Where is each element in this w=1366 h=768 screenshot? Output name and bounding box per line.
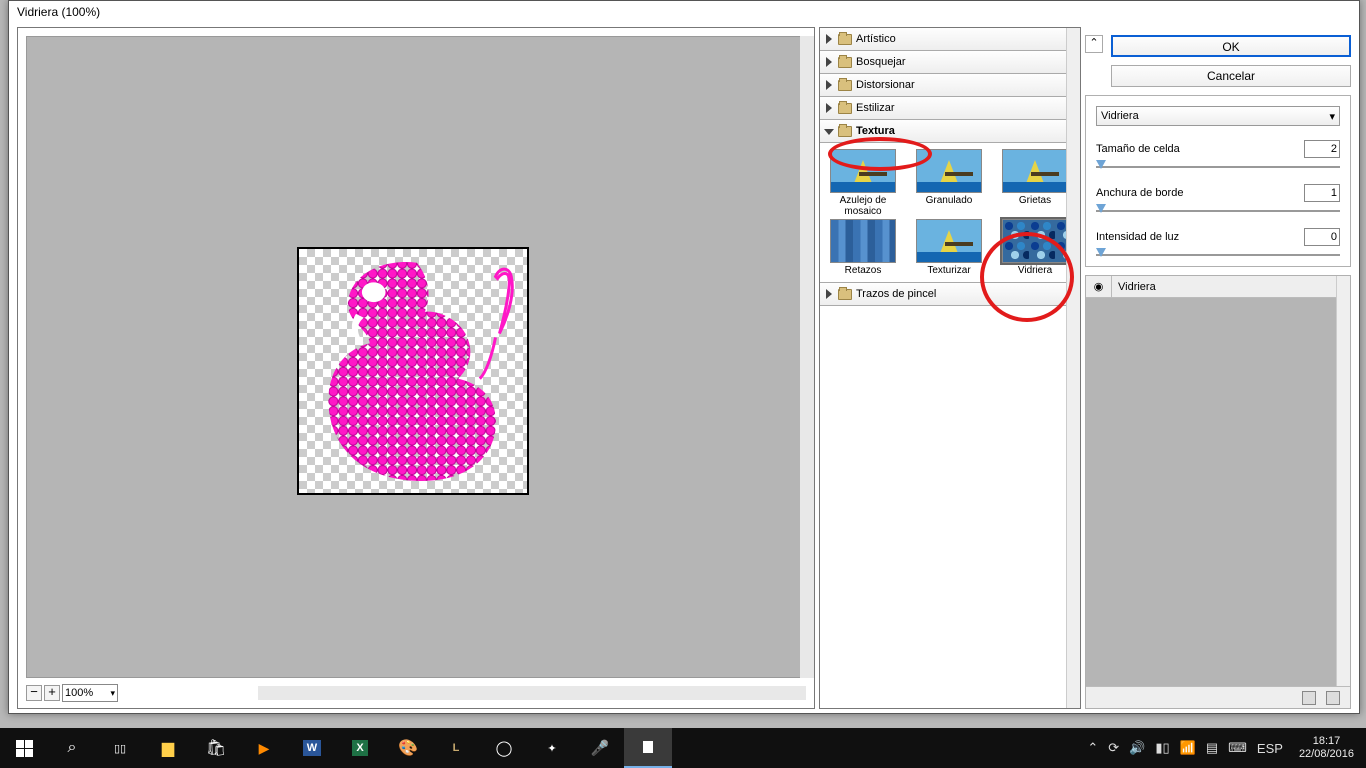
search-button[interactable]: ⌕	[48, 728, 96, 768]
intensidad-de-luz-slider[interactable]	[1096, 252, 1340, 258]
tray-language-indicator[interactable]: ESP	[1257, 741, 1283, 756]
task-view-icon: ▯▯	[114, 742, 126, 755]
thumb-azulejo-de-mosaico[interactable]: Azulejo de mosaico	[824, 149, 902, 217]
tray-network-icon[interactable]: 📶	[1180, 740, 1196, 756]
taskbar-clock[interactable]: 18:17 22/08/2016	[1293, 735, 1360, 761]
preview-scrollbar-horizontal[interactable]	[258, 686, 806, 700]
thumb-granulado[interactable]: Granulado	[910, 149, 988, 217]
new-effect-layer-icon[interactable]	[1302, 691, 1316, 705]
gallery-scrollbar-vertical[interactable]	[1066, 28, 1080, 708]
microphone-icon: 🎤	[591, 739, 610, 757]
setting-label: Tamaño de celda	[1096, 143, 1180, 155]
thumb-retazos[interactable]: Retazos	[824, 219, 902, 276]
intensidad-de-luz-input[interactable]	[1304, 228, 1340, 246]
taskbar-app-paint[interactable]: 🎨	[384, 728, 432, 768]
setting-intensidad-de-luz: Intensidad de luz	[1096, 228, 1340, 258]
setting-anchura-de-borde: Anchura de borde	[1096, 184, 1340, 214]
zoom-value: 100%	[65, 687, 93, 699]
setting-tamano-de-celda: Tamaño de celda	[1096, 140, 1340, 170]
league-icon: L	[453, 742, 460, 754]
windows-taskbar: ⌕ ▯▯ ▆ 🛍 ▶ W X 🎨 L ◯ ✦ 🎤 ⌃ ⟳ 🔊 ▮▯ 📶 ▤ ⌨ …	[0, 728, 1366, 768]
search-icon: ⌕	[68, 739, 77, 757]
filter-select-combo[interactable]: Vidriera ▾	[1096, 106, 1340, 126]
taskbar-app-explorer[interactable]: ▆	[144, 728, 192, 768]
taskbar-app-store[interactable]: 🛍	[192, 728, 240, 768]
document-icon	[643, 741, 653, 753]
taskbar-app-chrome[interactable]: ◯	[480, 728, 528, 768]
taskbar-app-notepad[interactable]	[624, 728, 672, 768]
filter-gallery-pane: Artístico Bosquejar Distorsionar Estiliz…	[819, 27, 1081, 709]
start-button[interactable]	[0, 728, 48, 768]
folder-icon	[838, 289, 852, 300]
folder-icon	[838, 34, 852, 45]
tray-sync-icon[interactable]: ⟳	[1108, 740, 1119, 756]
tray-action-center-icon[interactable]: ▤	[1206, 740, 1218, 756]
texture-thumbnails: Azulejo de mosaico Granulado Grietas Ret…	[820, 143, 1080, 283]
zoom-in-button[interactable]: +	[44, 685, 60, 701]
tray-overflow-chevron-icon[interactable]: ⌃	[1087, 740, 1098, 756]
palette-icon: 🎨	[398, 738, 418, 758]
delete-effect-layer-icon[interactable]	[1326, 691, 1340, 705]
taskbar-app-lol[interactable]: L	[432, 728, 480, 768]
taskbar-app-mic[interactable]: 🎤	[576, 728, 624, 768]
collapse-toggle-icon[interactable]: ⌃	[1085, 35, 1103, 53]
tamano-de-celda-slider[interactable]	[1096, 164, 1340, 170]
folder-icon	[838, 80, 852, 91]
taskbar-app-generic1[interactable]: ✦	[528, 728, 576, 768]
category-distorsionar[interactable]: Distorsionar	[820, 74, 1080, 97]
folder-icon	[838, 103, 852, 114]
ok-button[interactable]: OK	[1111, 35, 1351, 57]
category-textura[interactable]: Textura	[820, 120, 1080, 143]
thumb-texturizar[interactable]: Texturizar	[910, 219, 988, 276]
layers-footer	[1086, 686, 1350, 708]
taskbar-app-word[interactable]: W	[288, 728, 336, 768]
chevron-down-icon: ▾	[1329, 110, 1335, 123]
setting-label: Intensidad de luz	[1096, 231, 1179, 243]
anchura-de-borde-input[interactable]	[1304, 184, 1340, 202]
anchura-de-borde-slider[interactable]	[1096, 208, 1340, 214]
preview-canvas[interactable]	[26, 36, 806, 678]
settings-pane: ⌃ OK Cancelar Vidriera ▾ Tamaño de celda…	[1085, 27, 1351, 709]
category-artistico[interactable]: Artístico	[820, 28, 1080, 51]
zoom-out-button[interactable]: −	[26, 685, 42, 701]
tray-keyboard-icon[interactable]: ⌨	[1228, 740, 1247, 756]
dialog-title: Vidriera (100%)	[9, 1, 1359, 23]
chrome-icon: ◯	[496, 739, 513, 757]
zoom-level-combo[interactable]: 100% ▾	[62, 684, 118, 702]
preview-image	[297, 247, 529, 495]
taskbar-app-media[interactable]: ▶	[240, 728, 288, 768]
tray-volume-icon[interactable]: 🔊	[1129, 740, 1145, 756]
filter-settings-box: Vidriera ▾ Tamaño de celda Anchura de bo…	[1085, 95, 1351, 267]
preview-scrollbar-vertical[interactable]	[800, 36, 814, 678]
category-trazos-de-pincel[interactable]: Trazos de pincel	[820, 283, 1080, 306]
taskbar-app-excel[interactable]: X	[336, 728, 384, 768]
folder-icon	[838, 57, 852, 68]
effect-layer-row[interactable]: ◉ Vidriera	[1086, 276, 1350, 298]
play-icon: ▶	[259, 740, 270, 757]
task-view-button[interactable]: ▯▯	[96, 728, 144, 768]
folder-icon: ▆	[162, 738, 174, 758]
effect-layers-box: ◉ Vidriera	[1085, 275, 1351, 709]
filter-gallery-dialog: Vidriera (100%) − + 100%	[8, 0, 1360, 714]
visibility-eye-icon[interactable]: ◉	[1086, 276, 1112, 298]
store-icon: 🛍	[206, 738, 226, 758]
app-icon: ✦	[547, 742, 556, 755]
thumb-grietas[interactable]: Grietas	[996, 149, 1074, 217]
windows-logo-icon	[16, 740, 33, 757]
chevron-down-icon: ▾	[110, 688, 115, 699]
preview-pane: − + 100% ▾	[17, 27, 815, 709]
layers-scrollbar-vertical[interactable]	[1336, 276, 1350, 686]
cancel-button[interactable]: Cancelar	[1111, 65, 1351, 87]
tray-battery-icon[interactable]: ▮▯	[1155, 740, 1169, 756]
excel-icon: X	[352, 740, 367, 756]
setting-label: Anchura de borde	[1096, 187, 1183, 199]
word-icon: W	[303, 740, 321, 756]
folder-icon	[838, 126, 852, 137]
category-bosquejar[interactable]: Bosquejar	[820, 51, 1080, 74]
category-estilizar[interactable]: Estilizar	[820, 97, 1080, 120]
tamano-de-celda-input[interactable]	[1304, 140, 1340, 158]
thumb-vidriera[interactable]: Vidriera	[996, 219, 1074, 276]
